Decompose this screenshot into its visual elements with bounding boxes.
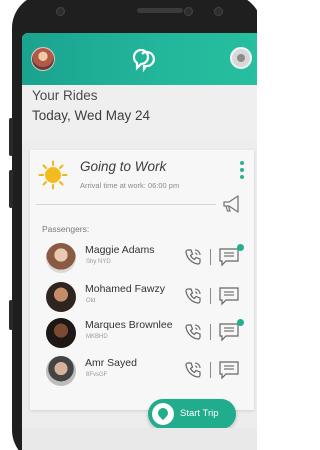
separator: [210, 249, 211, 265]
side-button: [9, 300, 13, 330]
volume-up-button: [9, 118, 13, 156]
passenger-name: Marques Brownlee: [85, 319, 173, 331]
start-trip-label: Start Trip: [180, 408, 219, 419]
passenger-row: Maggie Adams Shy NYD: [30, 241, 254, 277]
start-trip-button[interactable]: Start Trip: [148, 399, 236, 429]
chat-icon[interactable]: [218, 247, 240, 267]
stage: Your Rides Today, Wed May 24 Going to Wo…: [0, 0, 257, 450]
passenger-avatar: [46, 282, 76, 312]
passenger-code: 8FvsGF: [86, 372, 108, 378]
passenger-name: Maggie Adams: [85, 244, 155, 256]
passenger-row: Amr Sayed 8FvsGF: [30, 354, 254, 390]
app-screen: Your Rides Today, Wed May 24 Going to Wo…: [22, 33, 257, 450]
passenger-avatar: [46, 318, 76, 348]
phone-icon[interactable]: [183, 247, 203, 267]
sensor-dot: [56, 7, 65, 16]
chat-icon[interactable]: [218, 322, 240, 342]
passenger-row: Marques Brownlee MKBHD: [30, 316, 254, 352]
passenger-name: Amr Sayed: [85, 357, 137, 369]
passenger-code: MKBHD: [86, 334, 108, 340]
volume-down-button: [9, 170, 13, 208]
phone-icon[interactable]: [183, 286, 203, 306]
profile-avatar[interactable]: [31, 47, 55, 71]
bottom-area: [22, 428, 257, 450]
date-label: Today, Wed May 24: [32, 108, 151, 123]
location-pin-icon: [152, 403, 174, 425]
separator: [210, 362, 211, 378]
rides-header: Your Rides Today, Wed May 24: [22, 85, 257, 141]
sensor-dot: [214, 7, 223, 16]
app-logo-icon[interactable]: [130, 46, 156, 72]
settings-icon[interactable]: [230, 47, 252, 69]
passenger-code: Shy NYD: [86, 259, 111, 265]
section-title: Your Rides: [32, 88, 98, 103]
arrival-time: Arrival time at work: 06:00 pm: [80, 181, 180, 190]
unread-indicator: [237, 244, 244, 251]
passenger-code: Old: [86, 298, 96, 304]
phone-icon[interactable]: [183, 360, 203, 380]
passenger-row: Mohamed Fawzy Old: [30, 280, 254, 316]
passenger-avatar: [46, 356, 76, 386]
separator: [210, 288, 211, 304]
passenger-name: Mohamed Fawzy: [85, 283, 165, 295]
trip-title: Going to Work: [80, 159, 167, 174]
separator: [210, 324, 211, 340]
trip-card: Going to Work Arrival time at work: 06:0…: [30, 150, 254, 410]
camera-dot: [184, 7, 193, 16]
speaker-grill: [137, 8, 183, 13]
phone-icon[interactable]: [183, 322, 203, 342]
passengers-label: Passengers:: [42, 224, 90, 234]
sun-icon: [38, 160, 68, 190]
megaphone-icon[interactable]: [220, 194, 244, 214]
app-bar: [22, 33, 257, 85]
chat-icon[interactable]: [218, 360, 240, 380]
divider: [36, 204, 216, 205]
passenger-avatar: [46, 243, 76, 273]
unread-indicator: [237, 319, 244, 326]
more-vert-icon[interactable]: [239, 161, 245, 183]
chat-icon[interactable]: [218, 286, 240, 306]
